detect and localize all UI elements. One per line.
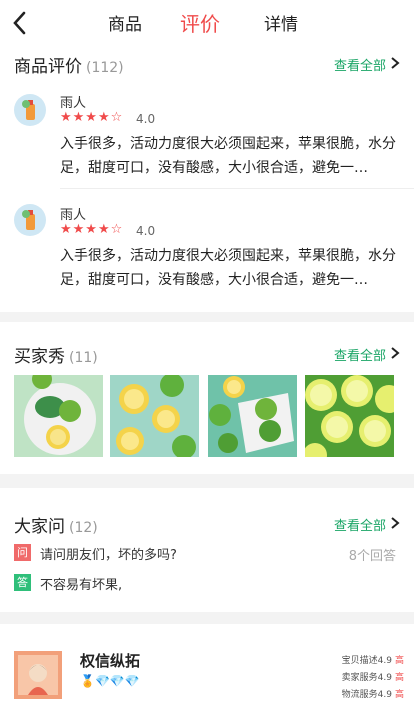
review-text[interactable]: 入手很多，活动力度很大必须囤起来，苹果很脆，水分足，甜度可口，没有酸感，大小很合… (60, 132, 400, 180)
qa-count: (12) (69, 520, 98, 536)
tab-details[interactable]: 详情 (264, 10, 298, 35)
qa-see-all-link[interactable]: 查看全部 (334, 515, 386, 534)
qa-title: 大家问 (12) (14, 517, 98, 537)
buyer-photo[interactable] (305, 375, 394, 457)
reviews-title: 商品评价 (112) (14, 57, 124, 77)
qa-answer-count[interactable]: 8个回答 (349, 545, 396, 564)
shop-score-flag: 高 (394, 673, 404, 683)
qa-section: 大家问 (12) 查看全部 问 请问朋友们，坏的多吗? 8个回答 答 不容易有坏果… (0, 488, 414, 612)
review-rating-value: 4.0 (136, 112, 156, 126)
shop-score-description: 宝贝描述4.9 (341, 656, 392, 666)
buyer-photo[interactable] (110, 375, 199, 457)
shop-logo[interactable] (14, 651, 62, 699)
shop-score-flag: 高 (394, 690, 404, 700)
review-text[interactable]: 入手很多，活动力度很大必须囤起来，苹果很脆，水分足，甜度可口，没有酸感，大小很合… (60, 244, 400, 292)
reviews-see-all-link[interactable]: 查看全部 (334, 55, 386, 74)
review-user-name: 雨人 (60, 208, 87, 223)
chevron-right-icon[interactable] (390, 56, 400, 70)
question-tag: 问 (14, 544, 31, 561)
shop-score-service: 卖家服务4.9 (341, 673, 392, 683)
shop-badges: 🏅💎💎💎 (80, 674, 140, 688)
buyer-photo[interactable] (14, 375, 103, 457)
shop-name[interactable]: 权信纵拓 (80, 650, 140, 671)
chevron-right-icon[interactable] (390, 516, 400, 530)
reviews-section: 商品评价 (112) 查看全部 雨人 ★★★★☆ 4.0 入手很多，活动力度很大必… (0, 46, 414, 312)
chevron-right-icon[interactable] (390, 346, 400, 360)
reviews-count: (112) (86, 60, 124, 76)
top-nav-bar: 商品 评价 详情 (0, 0, 414, 46)
shop-score-logistics: 物流服务4.9 (341, 690, 392, 700)
review-user-name: 雨人 (60, 96, 87, 111)
review-divider (60, 188, 414, 189)
tab-reviews[interactable]: 评价 (180, 8, 220, 37)
star-rating-icon: ★★★★☆ (60, 222, 124, 237)
buyer-show-title: 买家秀 (11) (14, 347, 98, 367)
star-rating-icon: ★★★★☆ (60, 110, 124, 125)
avatar (14, 94, 46, 126)
buyer-photo[interactable] (208, 375, 297, 457)
tab-products[interactable]: 商品 (108, 10, 142, 35)
answer-tag: 答 (14, 574, 31, 591)
qa-question[interactable]: 请问朋友们，坏的多吗? (40, 544, 177, 563)
diamond-icon: 💎💎💎 (94, 674, 140, 688)
medal-icon: 🏅 (80, 674, 95, 688)
qa-answer: 不容易有坏果, (40, 578, 123, 593)
chevron-left-icon[interactable] (8, 8, 34, 38)
shop-score-flag: 高 (394, 656, 404, 666)
buyer-show-count: (11) (69, 350, 98, 366)
review-rating-value: 4.0 (136, 224, 156, 238)
buyer-show-see-all-link[interactable]: 查看全部 (334, 345, 386, 364)
avatar (14, 204, 46, 236)
